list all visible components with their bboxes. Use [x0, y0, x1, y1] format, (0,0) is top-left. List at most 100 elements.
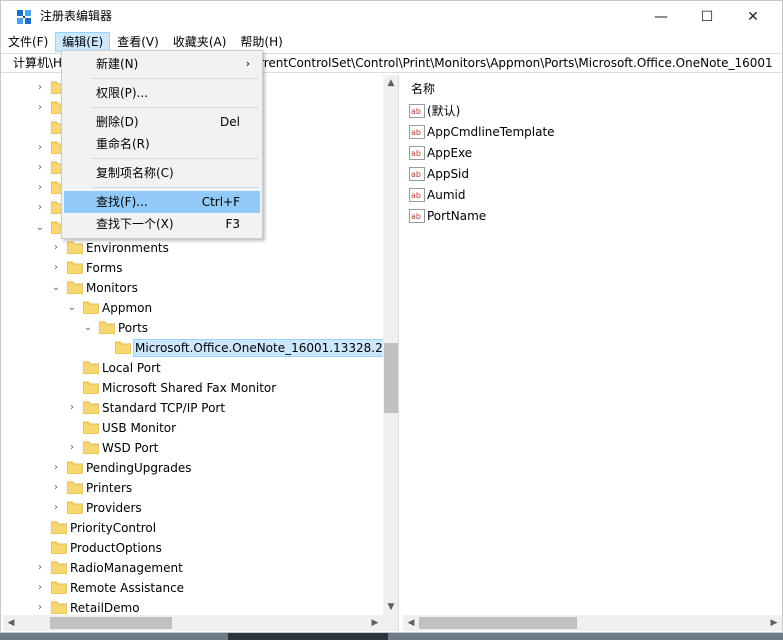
- tree-item-label: Environments: [86, 241, 169, 255]
- tree-item-monitors[interactable]: ⌄ Monitors: [3, 278, 383, 298]
- menu-edit[interactable]: 编辑(E): [55, 32, 111, 52]
- collapse-arrow-icon[interactable]: ⌄: [66, 298, 78, 318]
- tree-item-appmon[interactable]: ⌄ Appmon: [3, 298, 383, 318]
- close-button[interactable]: ✕: [730, 1, 776, 32]
- svg-text:ab: ab: [411, 149, 421, 158]
- tree-item-wsd-port[interactable]: › WSD Port: [3, 438, 383, 458]
- tree-item-label: Forms: [86, 261, 123, 275]
- tree-item-ports[interactable]: ⌄ Ports: [3, 318, 383, 338]
- scroll-left-icon[interactable]: ◀: [403, 615, 419, 631]
- folder-icon: [83, 361, 99, 374]
- maximize-button[interactable]: ☐: [684, 1, 730, 32]
- scroll-down-icon[interactable]: ▼: [383, 599, 398, 615]
- tree-item-forms[interactable]: › Forms: [3, 258, 383, 278]
- scroll-up-icon[interactable]: ▲: [383, 75, 398, 91]
- tree-item-label: WSD Port: [102, 441, 159, 455]
- expand-arrow-icon[interactable]: ›: [34, 198, 46, 218]
- menu-item-shortcut: Ctrl+F: [201, 195, 240, 209]
- expand-arrow-icon[interactable]: ›: [66, 398, 78, 418]
- tree-item-environments[interactable]: › Environments: [3, 238, 383, 258]
- scroll-right-icon[interactable]: ▶: [766, 615, 782, 631]
- scroll-right-icon[interactable]: ▶: [367, 615, 383, 631]
- menu-favorites[interactable]: 收藏夹(A): [166, 32, 234, 52]
- tree-item-label: Local Port: [102, 361, 161, 375]
- expand-arrow-icon[interactable]: ›: [50, 458, 62, 478]
- scroll-thumb[interactable]: [384, 343, 398, 413]
- tree-item-label: Standard TCP/IP Port: [102, 401, 226, 415]
- menu-item-new[interactable]: 新建(N) ›: [64, 53, 260, 75]
- menu-item-rename[interactable]: 重命名(R): [64, 133, 260, 155]
- menu-item-find[interactable]: 查找(F)... Ctrl+F: [64, 191, 260, 213]
- tree-item-providers[interactable]: › Providers: [3, 498, 383, 518]
- expand-arrow-icon[interactable]: ›: [34, 578, 46, 598]
- tree-item-label: Appmon: [102, 301, 153, 315]
- expand-arrow-icon[interactable]: ›: [66, 438, 78, 458]
- expand-arrow-icon[interactable]: ›: [50, 478, 62, 498]
- expand-arrow-icon[interactable]: ›: [34, 178, 46, 198]
- tree-item-printers[interactable]: › Printers: [3, 478, 383, 498]
- column-header-name[interactable]: 名称: [411, 81, 435, 97]
- address-path-start: 计算机\H: [13, 56, 63, 70]
- registry-editor-icon: [16, 9, 32, 25]
- tree-item-label: Printers: [86, 481, 133, 495]
- folder-icon: [83, 401, 99, 414]
- svg-text:ab: ab: [411, 212, 421, 221]
- scroll-thumb[interactable]: [50, 617, 172, 629]
- expand-arrow-icon[interactable]: ›: [50, 498, 62, 518]
- expand-arrow-icon[interactable]: ›: [50, 238, 62, 258]
- folder-icon: [83, 381, 99, 394]
- tree-vertical-scrollbar[interactable]: ▲ ▼: [383, 75, 398, 615]
- tree-item-remote-assistance[interactable]: › Remote Assistance: [3, 578, 383, 598]
- collapse-arrow-icon[interactable]: ⌄: [82, 318, 94, 338]
- menu-file[interactable]: 文件(F): [1, 32, 55, 52]
- expand-arrow-icon[interactable]: ›: [34, 558, 46, 578]
- tree-item-onenote-port[interactable]: Microsoft.Office.OneNote_16001.13328.20: [3, 338, 393, 358]
- menu-separator: [92, 158, 258, 159]
- menu-view[interactable]: 查看(V): [110, 32, 166, 52]
- menu-item-label: 复制项名称(C): [96, 166, 174, 180]
- menu-item-label: 删除(D): [96, 115, 139, 129]
- menu-item-find-next[interactable]: 查找下一个(X) F3: [64, 213, 260, 235]
- tree-item-radiomanagement[interactable]: › RadioManagement: [3, 558, 383, 578]
- tree-horizontal-scrollbar[interactable]: ◀ ▶: [3, 615, 383, 631]
- scroll-thumb[interactable]: [419, 617, 577, 629]
- values-pane[interactable]: 名称 ab (默认) ab AppCmdlineTemplate ab AppE…: [403, 75, 782, 631]
- tree-item-pendingupgrades[interactable]: › PendingUpgrades: [3, 458, 383, 478]
- menu-item-copy-key-name[interactable]: 复制项名称(C): [64, 162, 260, 184]
- tree-item-label: USB Monitor: [102, 421, 177, 435]
- folder-icon: [83, 441, 99, 454]
- value-name: AppSid: [427, 167, 470, 181]
- menu-item-delete[interactable]: 删除(D) Del: [64, 111, 260, 133]
- string-value-icon: ab: [409, 209, 425, 223]
- svg-text:ab: ab: [411, 128, 421, 137]
- tree-item-fax-monitor[interactable]: Microsoft Shared Fax Monitor: [3, 378, 383, 398]
- folder-icon: [67, 501, 83, 514]
- scrollbar-corner: [383, 615, 398, 631]
- tree-item-tcpip-port[interactable]: › Standard TCP/IP Port: [3, 398, 383, 418]
- tree-item-productoptions[interactable]: ProductOptions: [3, 538, 383, 558]
- folder-icon: [67, 241, 83, 254]
- folder-icon: [67, 261, 83, 274]
- tree-item-prioritycontrol[interactable]: PriorityControl: [3, 518, 383, 538]
- tree-item-label: PriorityControl: [70, 521, 157, 535]
- menu-help[interactable]: 帮助(H): [233, 32, 289, 52]
- string-value-icon: ab: [409, 146, 425, 160]
- tree-item-usb-monitor[interactable]: USB Monitor: [3, 418, 383, 438]
- edit-menu-dropdown: 新建(N) › 权限(P)... 删除(D) Del 重命名(R) 复制项名称(…: [61, 50, 263, 239]
- expand-arrow-icon[interactable]: ›: [50, 258, 62, 278]
- expand-arrow-icon[interactable]: ›: [34, 138, 46, 158]
- minimize-button[interactable]: —: [638, 1, 684, 32]
- menu-item-label: 查找(F)...: [96, 195, 148, 209]
- expand-arrow-icon[interactable]: ›: [34, 98, 46, 118]
- tree-item-local-port[interactable]: Local Port: [3, 358, 383, 378]
- tree-item-label: Monitors: [86, 281, 138, 295]
- svg-text:ab: ab: [411, 191, 421, 200]
- expand-arrow-icon[interactable]: ›: [34, 78, 46, 98]
- expand-arrow-icon[interactable]: ›: [34, 158, 46, 178]
- folder-icon: [83, 301, 99, 314]
- collapse-arrow-icon[interactable]: ⌄: [50, 278, 62, 298]
- menu-item-permissions[interactable]: 权限(P)...: [64, 82, 260, 104]
- scroll-left-icon[interactable]: ◀: [3, 615, 19, 631]
- values-horizontal-scrollbar[interactable]: ◀ ▶: [403, 615, 782, 631]
- collapse-arrow-icon[interactable]: ⌄: [34, 218, 46, 238]
